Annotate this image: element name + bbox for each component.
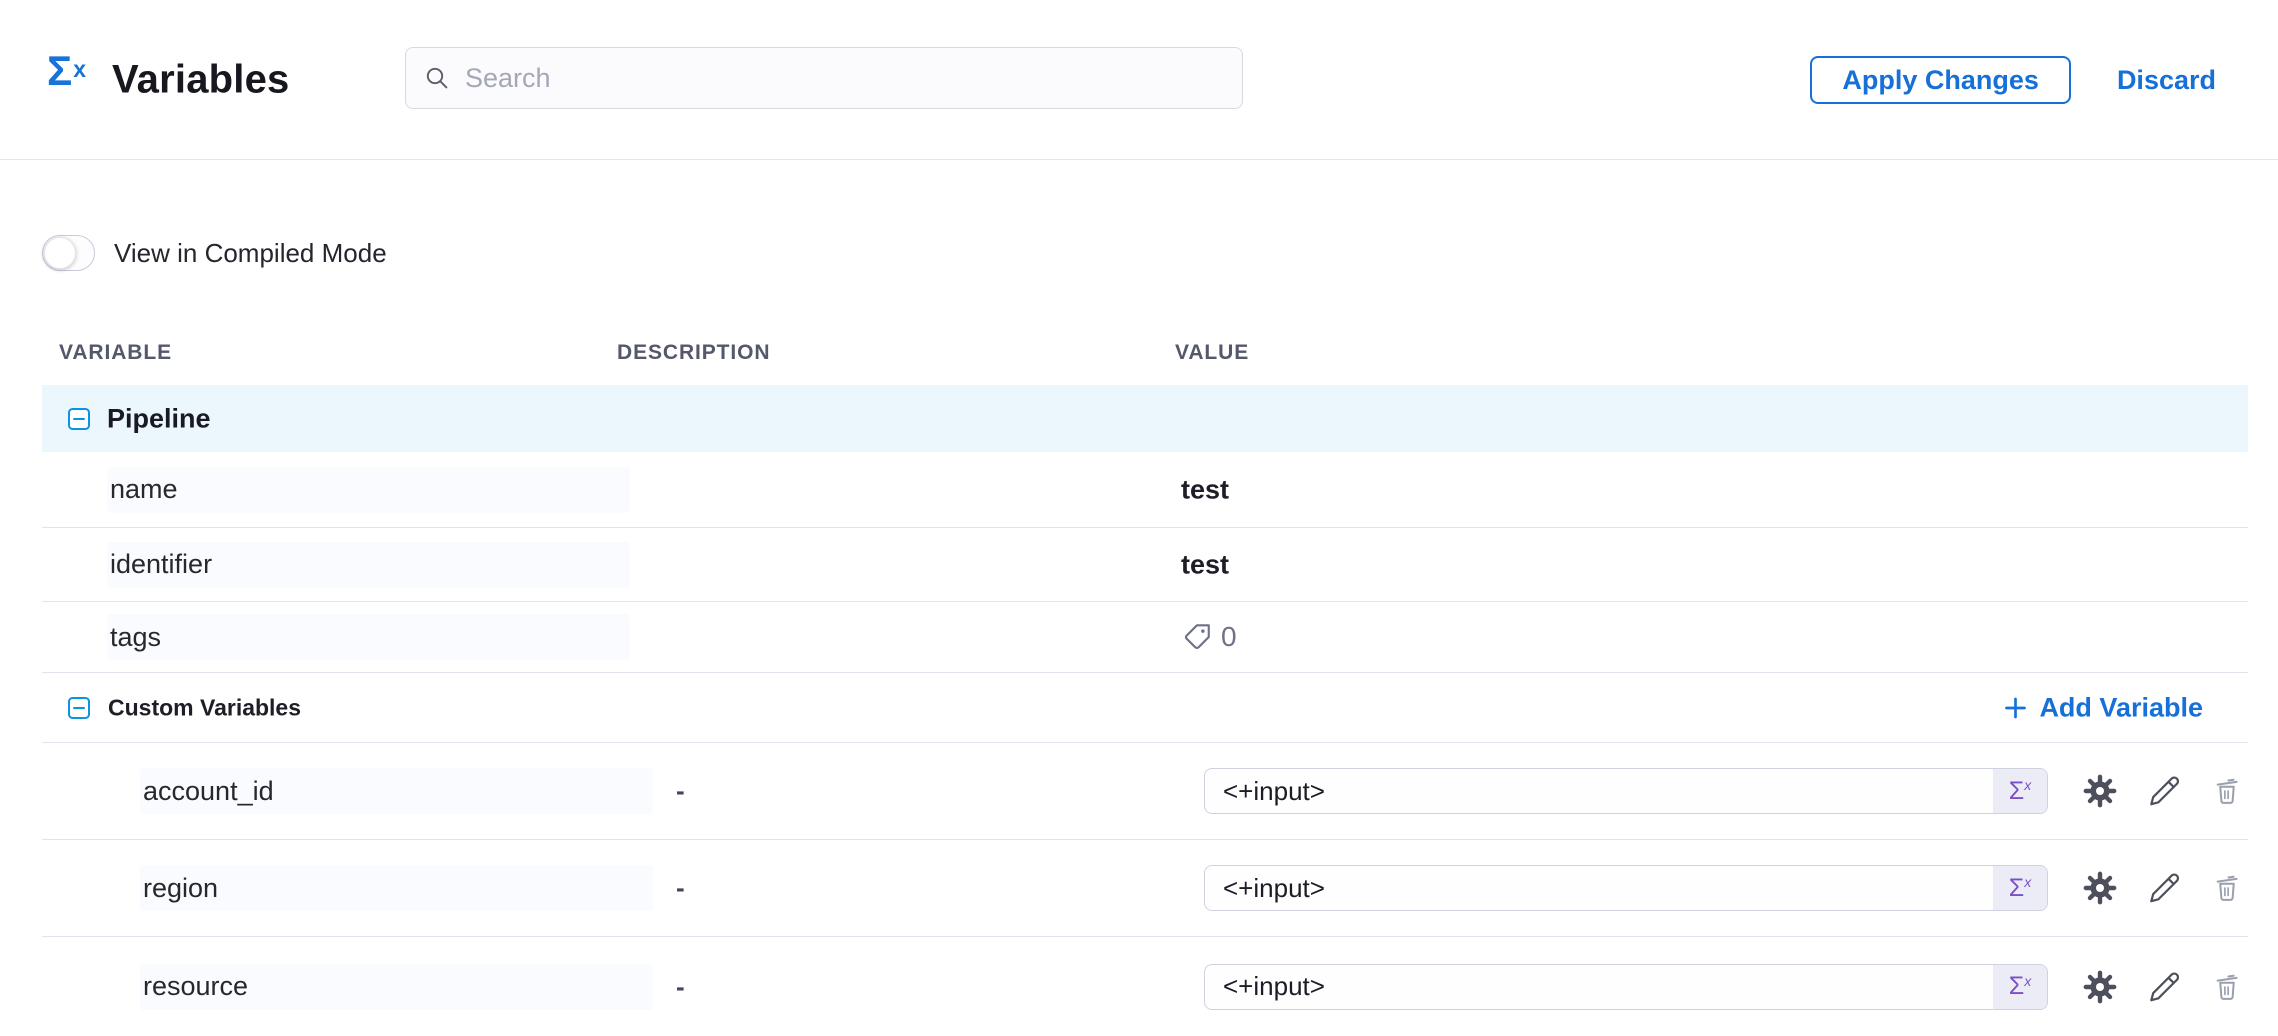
custom-variables-section-title: Custom Variables	[108, 694, 301, 721]
runtime-input-sigma-badge[interactable]: Σ x	[1993, 965, 2047, 1009]
discard-button[interactable]: Discard	[2117, 65, 2216, 96]
variable-delete-button[interactable]	[2212, 972, 2242, 1002]
header-actions: Apply Changes Discard	[1810, 0, 2216, 160]
variable-description: -	[676, 776, 685, 807]
tags-count: 0	[1221, 621, 1237, 653]
variable-name-field: region	[140, 865, 653, 911]
variable-name-field: resource	[140, 964, 653, 1010]
search-input[interactable]	[465, 63, 1224, 94]
variable-name: name	[110, 474, 178, 505]
variable-settings-button[interactable]	[2083, 774, 2117, 808]
column-header-description: DESCRIPTION	[617, 341, 770, 365]
gear-icon	[2083, 774, 2117, 808]
top-bar: Σ x Variables Apply Changes Discard	[0, 0, 2278, 160]
variable-value: test	[1181, 549, 1229, 580]
apply-changes-button[interactable]: Apply Changes	[1810, 56, 2071, 104]
pencil-icon	[2148, 775, 2181, 808]
variables-table: VARIABLE DESCRIPTION VALUE Pipeline name…	[42, 320, 2248, 1036]
variable-value-input-wrap: Σ x	[1204, 768, 2048, 814]
pipeline-section-title: Pipeline	[107, 403, 211, 434]
variable-name-field: identifier	[107, 542, 630, 588]
table-row: tags 0	[42, 602, 2248, 673]
toggle-knob	[44, 237, 76, 269]
variable-edit-button[interactable]	[2148, 775, 2181, 808]
collapse-custom-variables-button[interactable]	[68, 697, 90, 719]
gear-icon	[2083, 970, 2117, 1004]
custom-variables-section-row: Custom Variables Add Variable	[42, 673, 2248, 743]
minus-square-icon	[68, 408, 90, 430]
variable-value-input[interactable]	[1205, 866, 1993, 910]
variable-name-field: tags	[107, 614, 630, 660]
table-row: identifier test	[42, 528, 2248, 602]
logo-x-glyph: x	[73, 58, 86, 81]
variable-name: account_id	[143, 776, 274, 807]
sigma-glyph: Σ	[2009, 974, 2024, 999]
variable-name: region	[143, 873, 218, 904]
variable-settings-button[interactable]	[2083, 871, 2117, 905]
variable-value-input-wrap: Σ x	[1204, 865, 2048, 911]
variable-edit-button[interactable]	[2148, 970, 2181, 1003]
variable-name: tags	[110, 622, 161, 653]
trash-icon	[2212, 972, 2242, 1002]
variable-name-field: account_id	[140, 768, 653, 814]
collapse-pipeline-button[interactable]	[68, 408, 90, 430]
runtime-input-sigma-badge[interactable]: Σ x	[1993, 769, 2047, 813]
variable-value-input-wrap: Σ x	[1204, 964, 2048, 1010]
compiled-mode-toggle-row: View in Compiled Mode	[42, 235, 387, 271]
logo-sigma-glyph: Σ	[47, 50, 72, 92]
gear-icon	[2083, 871, 2117, 905]
variable-value-input[interactable]	[1205, 769, 1993, 813]
compiled-mode-toggle[interactable]	[42, 235, 95, 271]
trash-icon	[2212, 776, 2242, 806]
sigma-glyph: Σ	[2009, 779, 2024, 804]
variable-settings-button[interactable]	[2083, 970, 2117, 1004]
variables-sigma-logo-icon: Σ x	[47, 50, 86, 92]
variable-value: test	[1181, 474, 1229, 505]
add-variable-label: Add Variable	[2039, 692, 2203, 723]
table-header-row: VARIABLE DESCRIPTION VALUE	[42, 320, 2248, 385]
variable-description: -	[676, 971, 685, 1002]
variable-delete-button[interactable]	[2212, 776, 2242, 806]
variable-delete-button[interactable]	[2212, 873, 2242, 903]
variable-name-field: name	[107, 467, 630, 513]
variable-description: -	[676, 873, 685, 904]
variable-edit-button[interactable]	[2148, 872, 2181, 905]
variable-name: resource	[143, 971, 248, 1002]
sigma-sup-x: x	[2024, 973, 2031, 989]
search-box[interactable]	[405, 47, 1243, 109]
table-row: resource - Σ x	[42, 937, 2248, 1036]
pencil-icon	[2148, 970, 2181, 1003]
column-header-variable: VARIABLE	[59, 341, 172, 365]
tag-icon	[1182, 622, 1212, 652]
variable-name: identifier	[110, 549, 212, 580]
column-header-value: VALUE	[1175, 341, 1249, 365]
compiled-mode-label: View in Compiled Mode	[114, 238, 387, 269]
table-row: name test	[42, 452, 2248, 528]
search-icon	[424, 65, 450, 91]
table-row: account_id - Σ x	[42, 743, 2248, 840]
variable-value-input[interactable]	[1205, 965, 1993, 1009]
pipeline-section-row: Pipeline	[42, 385, 2248, 452]
table-row: region - Σ x	[42, 840, 2248, 937]
trash-icon	[2212, 873, 2242, 903]
plus-icon	[2003, 695, 2028, 720]
add-variable-button[interactable]: Add Variable	[2003, 692, 2203, 723]
minus-square-icon	[68, 697, 90, 719]
pencil-icon	[2148, 872, 2181, 905]
runtime-input-sigma-badge[interactable]: Σ x	[1993, 866, 2047, 910]
sigma-sup-x: x	[2024, 777, 2031, 793]
tags-value-cell: 0	[1182, 621, 1237, 653]
sigma-glyph: Σ	[2009, 876, 2024, 901]
page-title: Variables	[112, 57, 289, 102]
sigma-sup-x: x	[2024, 874, 2031, 890]
